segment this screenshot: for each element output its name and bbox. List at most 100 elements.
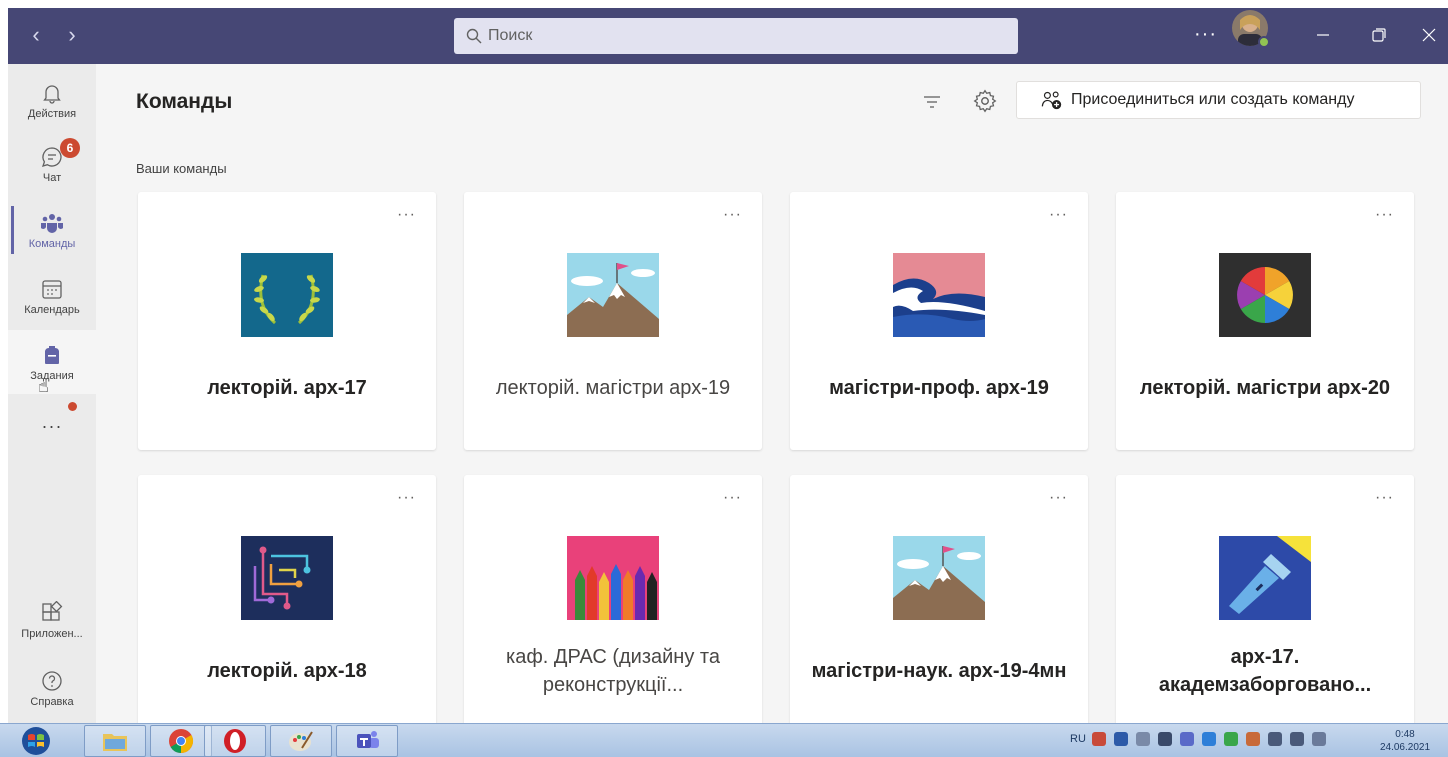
language-indicator[interactable]: RU (1070, 733, 1086, 745)
more-options-icon[interactable]: ··· (1375, 206, 1394, 224)
gear-icon[interactable] (972, 88, 998, 114)
rail-label: Действия (27, 107, 77, 120)
team-avatar-image (567, 253, 659, 337)
volume-icon[interactable] (1268, 732, 1282, 746)
rail-label: Календарь (24, 303, 80, 316)
rail-item-teams[interactable]: Команды (8, 198, 96, 262)
more-options-icon[interactable]: ··· (1194, 22, 1217, 46)
more-options-icon[interactable]: ··· (397, 206, 416, 224)
title-bar: ‹ › Поиск ··· (8, 8, 1448, 64)
filter-icon[interactable] (920, 90, 944, 114)
windows-logo-icon (22, 727, 50, 755)
rail-label: Приложен... (21, 627, 83, 640)
team-name: лекторій. магістри арх-20 (1139, 377, 1391, 399)
join-or-create-team-button[interactable]: Присоединиться или создать команду (1016, 81, 1421, 119)
rail-item-apps[interactable]: Приложен... (8, 588, 96, 652)
more-options-icon[interactable]: ··· (1049, 206, 1068, 224)
network-icon[interactable] (1290, 732, 1304, 746)
rail-label: Чат (42, 171, 62, 184)
close-button[interactable] (1414, 20, 1444, 50)
taskbar-paint[interactable] (270, 725, 332, 757)
team-card[interactable]: ··· магістри-проф. арх-19 (790, 192, 1088, 450)
more-options-icon[interactable]: ··· (1375, 489, 1394, 507)
more-apps-icon[interactable]: ··· (8, 416, 96, 437)
tray-icon[interactable] (1224, 732, 1238, 746)
notification-dot (68, 402, 77, 411)
tray-icon[interactable] (1114, 732, 1128, 746)
rail-label: Справка (30, 695, 74, 708)
rail-item-chat[interactable]: Чат 6 (8, 132, 96, 196)
tray-icon[interactable] (1202, 732, 1216, 746)
team-avatar-image (1219, 253, 1311, 337)
team-card[interactable]: ··· лекторій. арх-18 (138, 475, 436, 733)
taskbar-explorer[interactable] (84, 725, 146, 757)
team-name: каф. ДРАС (дизайну та реконструкції... (506, 646, 720, 696)
search-input[interactable]: Поиск (454, 18, 1018, 54)
taskbar-opera[interactable] (204, 725, 266, 757)
windows-taskbar: RU 0:48 24.06.2021 (0, 723, 1448, 757)
more-options-icon[interactable]: ··· (723, 206, 742, 224)
paint-icon (289, 731, 313, 751)
team-card[interactable]: ··· лекторій. арх-17 (138, 192, 436, 450)
team-avatar-image (241, 253, 333, 337)
bell-icon (43, 84, 61, 104)
more-options-icon[interactable]: ··· (397, 489, 416, 507)
tray-icon[interactable] (1312, 732, 1326, 746)
help-icon (42, 670, 62, 691)
team-card[interactable]: ··· лекторій. магістри арх-20 (1116, 192, 1414, 450)
minimize-button[interactable] (1308, 20, 1338, 50)
teams-page: Команды Присоединиться или создать коман… (96, 64, 1448, 733)
rail-item-assignments[interactable]: Задания (8, 330, 96, 394)
team-name: магістри-проф. арх-19 (829, 377, 1049, 399)
section-heading: Ваши команды (136, 161, 227, 176)
page-title: Команды (136, 90, 233, 113)
clock-date: 24.06.2021 (1379, 742, 1431, 753)
team-avatar-image (893, 253, 985, 337)
tray-icon[interactable] (1246, 732, 1260, 746)
team-card[interactable]: ··· каф. ДРАС (дизайну та реконструкції.… (464, 475, 762, 733)
rail-label: Задания (30, 369, 74, 382)
rail-label: Команды (28, 237, 76, 250)
app-rail: Действия Чат 6 Команды Календарь Задания… (8, 64, 96, 723)
teams-icon (41, 213, 63, 233)
maximize-button[interactable] (1364, 20, 1394, 50)
team-card[interactable]: ··· магістри-наук. арх-19-4мн (790, 475, 1088, 733)
team-avatar-image (893, 536, 985, 620)
clock-time: 0:48 (1395, 729, 1415, 740)
back-arrow-icon[interactable]: ‹ (24, 22, 48, 48)
status-available-icon (1258, 36, 1270, 48)
folder-icon (103, 734, 127, 751)
system-tray (1092, 732, 1326, 746)
more-options-icon[interactable]: ··· (1049, 489, 1068, 507)
team-name: лекторій. магістри арх-19 (495, 377, 731, 399)
team-name: лекторій. арх-17 (207, 377, 367, 399)
team-card[interactable]: ··· арх-17. академзаборговано... (1116, 475, 1414, 733)
add-team-icon (1041, 91, 1062, 110)
taskbar-teams[interactable] (336, 725, 398, 757)
unread-badge: 6 (60, 138, 80, 158)
team-avatar-image (241, 536, 333, 620)
team-name: лекторій. арх-18 (207, 660, 367, 682)
assignments-icon (45, 345, 59, 364)
team-card[interactable]: ··· лекторій. магістри арх-19 (464, 192, 762, 450)
rail-item-calendar[interactable]: Календарь (8, 264, 96, 328)
opera-icon (224, 729, 246, 753)
search-placeholder: Поиск (488, 27, 533, 44)
team-name: арх-17. академзаборговано... (1158, 646, 1372, 696)
team-avatar-image (1219, 536, 1311, 620)
speaker-icon[interactable] (1158, 732, 1172, 746)
forward-arrow-icon[interactable]: › (60, 22, 84, 48)
start-button[interactable] (12, 725, 60, 757)
tray-icon[interactable] (1180, 732, 1194, 746)
taskbar-chrome[interactable] (150, 725, 212, 757)
more-options-icon[interactable]: ··· (723, 489, 742, 507)
rail-item-activity[interactable]: Действия (8, 68, 96, 132)
apps-icon (42, 600, 63, 621)
tray-icon[interactable] (1136, 732, 1150, 746)
tray-icon[interactable] (1092, 732, 1106, 746)
system-clock[interactable]: 0:48 24.06.2021 (1374, 728, 1436, 754)
rail-item-help[interactable]: Справка (8, 656, 96, 720)
team-avatar-image (567, 536, 659, 620)
join-button-label: Присоединиться или создать команду (1071, 91, 1355, 108)
teams-app-icon (357, 731, 379, 748)
